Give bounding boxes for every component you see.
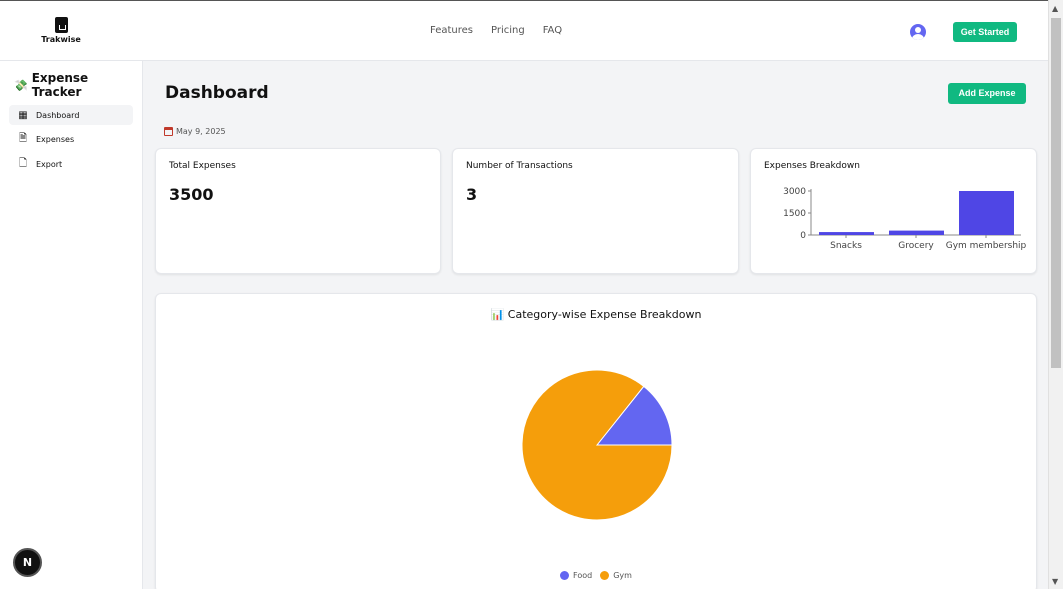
user-avatar-icon[interactable] (910, 24, 926, 40)
nav-links: Features Pricing FAQ (430, 25, 562, 36)
sidebar-item-label: Dashboard (36, 110, 80, 120)
brand-logo[interactable]: Trakwise (40, 17, 82, 44)
category-breakdown-card: 📊 Category-wise Expense Breakdown Food Gy… (155, 293, 1037, 589)
add-expense-button[interactable]: Add Expense (948, 83, 1026, 104)
card-label: Total Expenses (169, 161, 236, 171)
grid-icon: ▦ (18, 109, 28, 121)
page-title: Dashboard (165, 83, 269, 103)
bar (959, 191, 1014, 235)
pie-legend: Food Gym (156, 571, 1036, 580)
top-navbar: Trakwise Features Pricing FAQ Get Starte… (0, 0, 1048, 61)
sidebar-title: 💸 Expense Tracker (14, 71, 142, 99)
scroll-thumb[interactable] (1051, 18, 1061, 368)
expenses-breakdown-card: Expenses Breakdown 0 1500 3000 Snacks Grocer… (750, 148, 1037, 274)
sidebar-item-export[interactable]: 🗋 Export (9, 154, 133, 174)
sidebar-item-expenses[interactable]: 🗎 Expenses (9, 129, 133, 149)
x-tick-label: Snacks (830, 241, 862, 251)
legend-label: Gym (613, 571, 632, 580)
sidebar-item-label: Expenses (36, 134, 75, 144)
legend-swatch (560, 571, 570, 580)
sidebar-item-dashboard[interactable]: ▦ Dashboard (9, 105, 133, 125)
dev-tools-badge[interactable]: N (13, 548, 42, 577)
legend-item[interactable]: Food (560, 571, 592, 580)
y-tick-label: 0 (800, 231, 806, 241)
current-date: May 9, 2025 (164, 127, 226, 136)
scroll-up-icon[interactable]: ▲ (1052, 4, 1058, 13)
pie-chart (521, 369, 673, 521)
brand-name: Trakwise (41, 35, 81, 44)
legend-item[interactable]: Gym (600, 571, 632, 580)
bar (889, 230, 944, 235)
bar (819, 232, 874, 235)
date-text: May 9, 2025 (176, 127, 226, 136)
y-tick-label: 3000 (783, 187, 806, 197)
x-tick-label: Gym membership (946, 241, 1027, 251)
nav-link-faq[interactable]: FAQ (543, 25, 562, 36)
calendar-icon (164, 127, 173, 136)
notebook-icon (54, 17, 68, 33)
sidebar: 💸 Expense Tracker ▦ Dashboard 🗎 Expenses… (0, 61, 143, 589)
y-tick-label: 1500 (783, 209, 806, 219)
scroll-down-icon[interactable]: ▼ (1052, 577, 1058, 586)
card-value: 3 (466, 185, 478, 204)
transactions-card: Number of Transactions 3 (452, 148, 739, 274)
legend-label: Food (573, 571, 593, 580)
document-icon: 🗎 (18, 132, 28, 144)
page-scrollbar[interactable]: ▲ ▼ (1048, 0, 1063, 589)
sidebar-item-label: Export (36, 159, 63, 169)
card-label: Number of Transactions (466, 161, 573, 171)
file-export-icon: 🗋 (18, 157, 28, 169)
get-started-button[interactable]: Get Started (953, 22, 1017, 42)
total-expenses-card: Total Expenses 3500 (155, 148, 441, 274)
sidebar-title-text: Expense Tracker (31, 71, 89, 99)
legend-swatch (600, 571, 610, 580)
bar-chart: 0 1500 3000 Snacks Grocery Gym membership (783, 187, 1027, 251)
x-tick-label: Grocery (898, 241, 934, 251)
nav-link-features[interactable]: Features (430, 25, 473, 36)
card-value: 3500 (169, 185, 214, 204)
money-icon: 💸 (14, 78, 28, 92)
nav-link-pricing[interactable]: Pricing (491, 25, 525, 36)
